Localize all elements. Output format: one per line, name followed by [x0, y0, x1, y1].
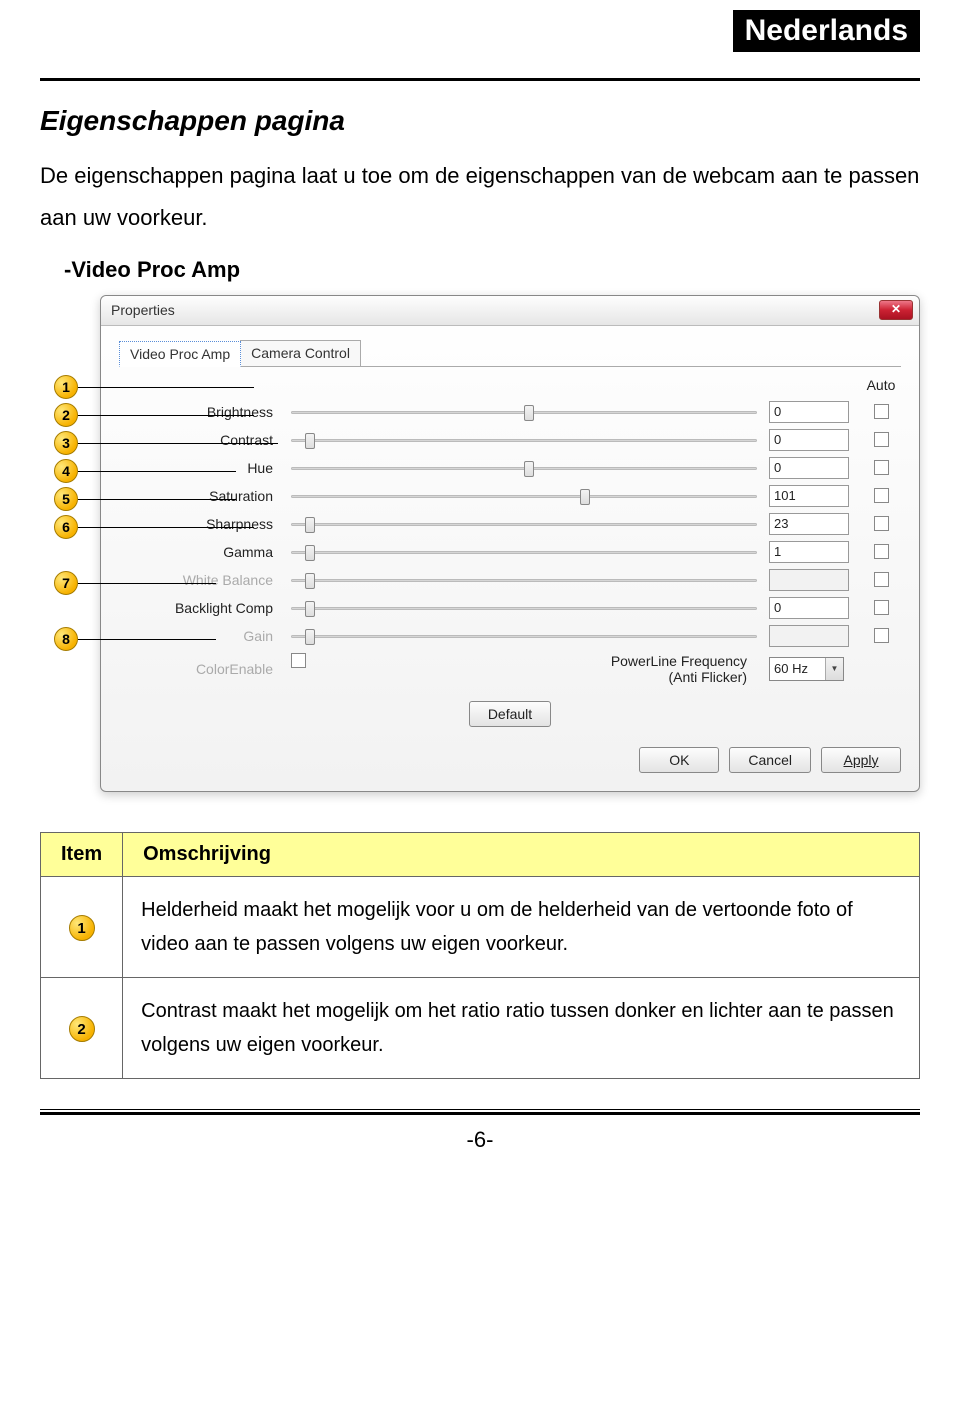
- slider-gamma[interactable]: [291, 542, 757, 562]
- value-brightness[interactable]: 0: [769, 401, 849, 423]
- value-backlight[interactable]: 0: [769, 597, 849, 619]
- tab-video-proc-amp[interactable]: Video Proc Amp: [119, 341, 241, 367]
- row-desc-2: Contrast maakt het mogelijk om het ratio…: [123, 977, 920, 1078]
- th-item: Item: [41, 832, 123, 876]
- apply-button[interactable]: Apply: [821, 747, 901, 773]
- leader-6: [78, 527, 254, 528]
- auto-gamma[interactable]: [874, 544, 889, 559]
- close-button[interactable]: ✕: [879, 300, 913, 320]
- label-powerline: PowerLine Frequency (Anti Flicker): [291, 653, 757, 685]
- leader-4: [78, 471, 236, 472]
- label-saturation: Saturation: [119, 488, 279, 504]
- label-contrast: Contrast: [119, 432, 279, 448]
- slider-brightness[interactable]: [291, 402, 757, 422]
- label-backlight: Backlight Comp: [119, 600, 279, 616]
- label-gain: Gain: [119, 628, 279, 644]
- callout-6: 6: [54, 515, 78, 539]
- page-number: -6-: [40, 1127, 920, 1153]
- slider-white-balance: [291, 570, 757, 590]
- label-sharpness: Sharpness: [119, 516, 279, 532]
- dialog-titlebar: Properties ✕: [101, 296, 919, 326]
- table-row: 1 Helderheid maakt het mogelijk voor u o…: [41, 876, 920, 977]
- auto-hue[interactable]: [874, 460, 889, 475]
- close-icon: ✕: [891, 302, 901, 316]
- sub-heading: -Video Proc Amp: [64, 257, 920, 283]
- slider-sharpness[interactable]: [291, 514, 757, 534]
- top-rule: [40, 78, 920, 81]
- value-gamma[interactable]: 1: [769, 541, 849, 563]
- callout-4: 4: [54, 459, 78, 483]
- slider-contrast[interactable]: [291, 430, 757, 450]
- table-row: 2 Contrast maakt het mogelijk om het rat…: [41, 977, 920, 1078]
- value-hue[interactable]: 0: [769, 457, 849, 479]
- auto-header: Auto: [861, 377, 901, 395]
- description-table: Item Omschrijving 1 Helderheid maakt het…: [40, 832, 920, 1079]
- footer-rule: [40, 1109, 920, 1115]
- default-button[interactable]: Default: [469, 701, 551, 727]
- label-gamma: Gamma: [119, 544, 279, 560]
- value-contrast[interactable]: 0: [769, 429, 849, 451]
- powerline-value: 60 Hz: [774, 661, 808, 676]
- leader-3: [78, 443, 278, 444]
- row-badge-2: 2: [69, 1016, 95, 1042]
- label-hue: Hue: [119, 460, 279, 476]
- intro-text: De eigenschappen pagina laat u toe om de…: [40, 155, 920, 239]
- row-desc-1: Helderheid maakt het mogelijk voor u om …: [123, 876, 920, 977]
- slider-backlight[interactable]: [291, 598, 757, 618]
- checkbox-color-enable[interactable]: [291, 653, 306, 668]
- callouts-layer: 1 2 3 4 5 6 7 8: [40, 295, 100, 792]
- auto-brightness[interactable]: [874, 404, 889, 419]
- powerline-sub: (Anti Flicker): [668, 669, 747, 685]
- callout-3: 3: [54, 431, 78, 455]
- callout-2: 2: [54, 403, 78, 427]
- language-badge: Nederlands: [733, 10, 920, 52]
- value-sharpness[interactable]: 23: [769, 513, 849, 535]
- label-white-balance: White Balance: [119, 572, 279, 588]
- tab-camera-control[interactable]: Camera Control: [240, 340, 361, 366]
- value-gain: [769, 625, 849, 647]
- slider-gain: [291, 626, 757, 646]
- cancel-button[interactable]: Cancel: [729, 747, 811, 773]
- auto-backlight[interactable]: [874, 600, 889, 615]
- leader-2: [78, 415, 254, 416]
- label-color-enable: ColorEnable: [119, 661, 279, 677]
- value-white-balance: [769, 569, 849, 591]
- auto-sharpness[interactable]: [874, 516, 889, 531]
- callout-5: 5: [54, 487, 78, 511]
- leader-5: [78, 499, 236, 500]
- powerline-label: PowerLine Frequency: [611, 653, 747, 669]
- section-title: Eigenschappen pagina: [40, 105, 920, 137]
- slider-hue[interactable]: [291, 458, 757, 478]
- callout-7: 7: [54, 571, 78, 595]
- auto-contrast[interactable]: [874, 432, 889, 447]
- powerline-dropdown[interactable]: 60 Hz ▼: [769, 657, 844, 681]
- leader-1: [78, 387, 254, 388]
- callout-8: 8: [54, 627, 78, 651]
- leader-7: [78, 583, 216, 584]
- dialog-title: Properties: [111, 302, 175, 318]
- value-saturation[interactable]: 101: [769, 485, 849, 507]
- properties-dialog: Properties ✕ Video Proc Amp Camera Contr…: [100, 295, 920, 792]
- label-brightness: Brightness: [119, 404, 279, 420]
- row-badge-1: 1: [69, 915, 95, 941]
- auto-white-balance[interactable]: [874, 572, 889, 587]
- auto-saturation[interactable]: [874, 488, 889, 503]
- callout-1: 1: [54, 375, 78, 399]
- th-desc: Omschrijving: [123, 832, 920, 876]
- ok-button[interactable]: OK: [639, 747, 719, 773]
- chevron-down-icon: ▼: [825, 658, 843, 680]
- slider-saturation[interactable]: [291, 486, 757, 506]
- leader-8: [78, 639, 216, 640]
- auto-gain[interactable]: [874, 628, 889, 643]
